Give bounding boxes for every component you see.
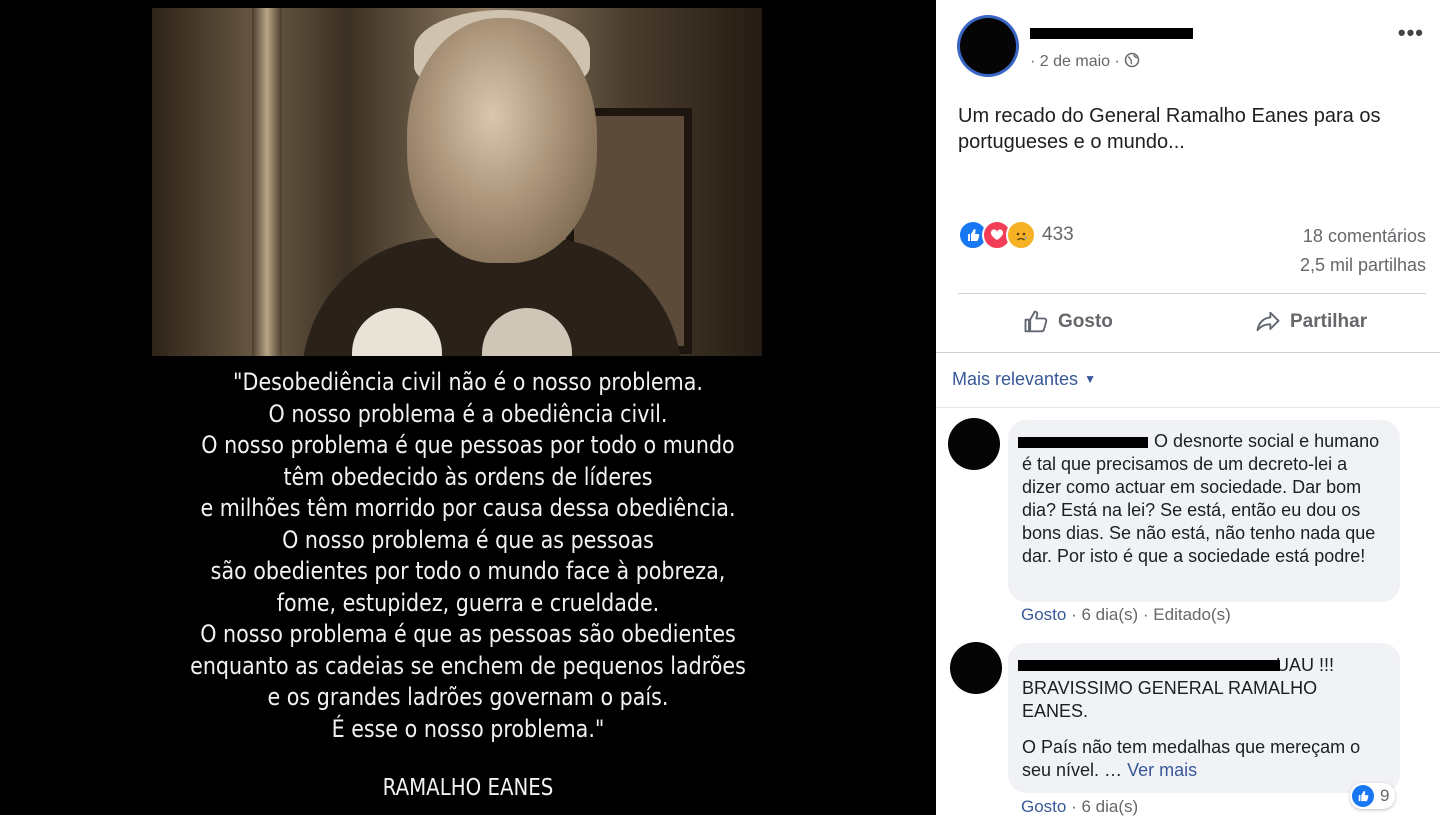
post-text: Um recado do General Ramalho Eanes para … <box>958 105 1381 153</box>
thumbs-up-icon <box>1024 310 1048 333</box>
commenter-name-redacted[interactable] <box>1018 437 1148 448</box>
post-image[interactable]: "Desobediência civil não é o nosso probl… <box>0 0 936 815</box>
comment-like-link[interactable]: Gosto <box>1021 605 1066 624</box>
comment-text-continued: O País não tem medalhas que mereçam o se… <box>1008 736 1400 782</box>
more-options-button[interactable]: ••• <box>1398 20 1424 46</box>
post-meta: · 2 de maio · <box>1030 52 1140 71</box>
like-button-label: Gosto <box>1058 311 1113 332</box>
quote-author: RAMALHO EANES <box>382 775 554 801</box>
comment-reaction-badge[interactable]: 9 <box>1350 783 1396 809</box>
sad-icon <box>1006 220 1036 250</box>
commenter-avatar[interactable] <box>948 418 1000 470</box>
share-arrow-icon <box>1256 311 1280 332</box>
like-button[interactable]: Gosto <box>1022 308 1113 336</box>
see-more-link[interactable]: Ver mais <box>1127 760 1197 780</box>
author-name-redacted[interactable] <box>1030 28 1193 39</box>
post-panel: · 2 de maio · ••• Um recado do General R… <box>936 0 1440 817</box>
comment-reaction-count: 9 <box>1380 786 1390 805</box>
divider <box>936 352 1440 353</box>
globe-icon <box>1124 52 1140 70</box>
divider <box>936 407 1440 408</box>
divider <box>958 293 1426 294</box>
sort-label: Mais relevantes <box>952 369 1079 389</box>
share-button-label: Partilhar <box>1290 311 1368 332</box>
comment-like-link[interactable]: Gosto <box>1021 797 1066 816</box>
reaction-count: 433 <box>1042 224 1074 245</box>
comment-text: UAU !!! BRAVISSIMO GENERAL RAMALHO EANES… <box>1022 655 1335 721</box>
comment-actions: Gosto · 6 dia(s) · Editado(s) <box>1021 605 1231 625</box>
comments-count-link[interactable]: 18 comentários <box>1303 226 1426 247</box>
author-avatar[interactable] <box>960 18 1016 74</box>
portrait-photo <box>152 8 762 356</box>
post-date[interactable]: · 2 de maio · <box>1030 53 1120 70</box>
commenter-avatar[interactable] <box>950 642 1002 694</box>
reactions-summary[interactable]: 433 <box>958 220 1074 250</box>
share-button[interactable]: Partilhar <box>1254 308 1367 336</box>
caret-down-icon: ▼ <box>1084 372 1096 386</box>
comment-meta: · 6 dia(s) <box>1071 797 1139 816</box>
like-icon <box>1352 785 1374 807</box>
shares-count-link[interactable]: 2,5 mil partilhas <box>1300 255 1426 276</box>
comment-actions: Gosto · 6 dia(s) <box>1021 797 1138 817</box>
comment-sort-dropdown[interactable]: Mais relevantes ▼ <box>952 369 1096 390</box>
commenter-name-redacted[interactable] <box>1018 660 1280 671</box>
quote-text: "Desobediência civil não é o nosso probl… <box>190 368 746 743</box>
comment-meta: · 6 dia(s) · Editado(s) <box>1071 605 1231 624</box>
